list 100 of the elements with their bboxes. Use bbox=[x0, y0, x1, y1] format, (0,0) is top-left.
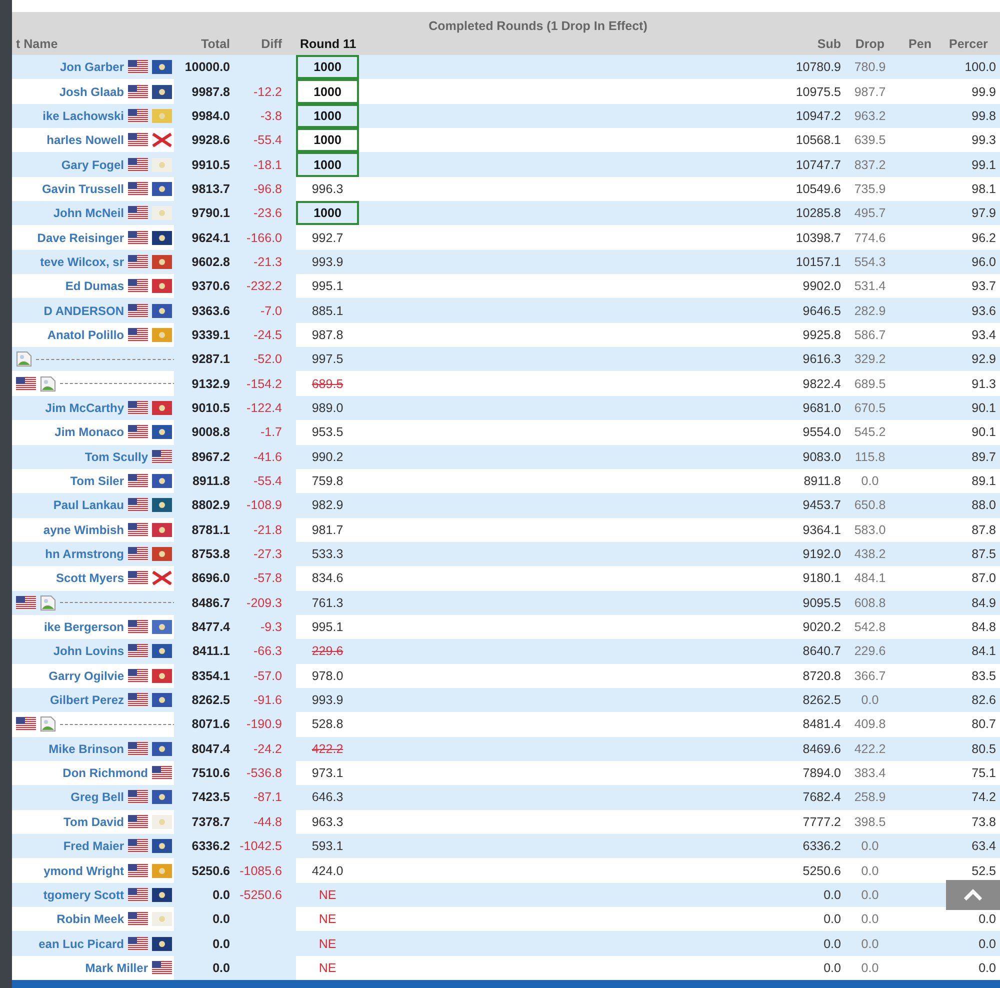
diff-cell: -108.9 bbox=[246, 498, 282, 512]
subtotal-cell: 8911.8 bbox=[804, 474, 841, 488]
percent-cell: 0.0 bbox=[978, 936, 996, 951]
drop-cell: 963.2 bbox=[854, 108, 886, 123]
subtotal-cell: 0.0 bbox=[824, 960, 841, 975]
diff-cell: -536.8 bbox=[246, 766, 282, 780]
player-link[interactable]: harles Nowell bbox=[46, 133, 124, 148]
player-link[interactable]: Ed Dumas bbox=[65, 279, 124, 294]
subtotal-cell: 9616.3 bbox=[802, 352, 841, 366]
percent-cell: 96.2 bbox=[972, 230, 996, 245]
player-link[interactable]: Dave Reisinger bbox=[37, 230, 124, 245]
total-cell: 8354.1 bbox=[192, 668, 230, 683]
broken-image-icon bbox=[40, 716, 56, 732]
player-link[interactable]: Don Richmond bbox=[62, 766, 148, 780]
us-flag-icon bbox=[128, 304, 148, 318]
player-link[interactable]: Anatol Polillo bbox=[47, 328, 124, 342]
drop-cell: 0.0 bbox=[861, 960, 879, 975]
total-cell: 9790.1 bbox=[192, 206, 230, 220]
player-link[interactable]: ike Bergerson bbox=[44, 620, 124, 634]
score-cell: 834.6 bbox=[312, 571, 344, 586]
percent-cell: 89.7 bbox=[972, 450, 996, 464]
column-header[interactable]: t Name bbox=[16, 37, 58, 51]
total-cell: 0.0 bbox=[212, 960, 230, 975]
percent-cell: 84.1 bbox=[972, 644, 996, 658]
diff-cell: -23.6 bbox=[254, 206, 282, 220]
drop-cell: 987.7 bbox=[854, 84, 886, 99]
us-flag-icon bbox=[128, 279, 148, 294]
total-cell: 5250.6 bbox=[192, 864, 230, 878]
us-flag-icon bbox=[16, 596, 36, 610]
score-cell: 759.8 bbox=[312, 474, 344, 488]
drop-cell: 837.2 bbox=[854, 158, 886, 172]
drop-cell: 329.2 bbox=[854, 352, 886, 366]
percent-cell: 75.1 bbox=[972, 766, 996, 780]
score-cell: 989.0 bbox=[312, 400, 344, 415]
player-link[interactable]: Robin Meek bbox=[56, 912, 124, 926]
broken-image-icon bbox=[16, 351, 32, 368]
drop-cell: 366.7 bbox=[854, 668, 886, 683]
score-cell: 996.3 bbox=[312, 182, 344, 196]
drop-cell: 0.0 bbox=[861, 839, 879, 854]
drop-cell: 495.7 bbox=[854, 206, 886, 220]
player-link[interactable]: Gavin Trussell bbox=[42, 182, 124, 196]
percent-cell: 87.8 bbox=[972, 522, 996, 537]
broken-image-icon bbox=[40, 594, 56, 611]
total-cell: 9984.0 bbox=[192, 108, 230, 123]
subtotal-cell: 10975.5 bbox=[796, 84, 841, 99]
us-flag-icon bbox=[128, 108, 148, 123]
subtotal-cell: 9822.4 bbox=[802, 376, 841, 391]
score-cell: 995.1 bbox=[312, 279, 344, 294]
total-cell: 8911.8 bbox=[192, 474, 230, 488]
score-cell: 993.9 bbox=[312, 254, 344, 269]
total-cell: 8477.4 bbox=[192, 620, 230, 634]
total-cell: 7378.7 bbox=[192, 814, 230, 829]
player-link[interactable]: Mark Miller bbox=[85, 960, 148, 975]
diff-cell: -55.4 bbox=[254, 474, 282, 488]
score-cell: NE bbox=[318, 888, 336, 902]
diff-cell: -9.3 bbox=[260, 620, 282, 634]
score-cell: NE bbox=[318, 936, 336, 951]
drop-cell: 422.2 bbox=[854, 742, 886, 756]
us-flag-icon bbox=[128, 888, 148, 902]
percent-cell: 80.5 bbox=[972, 742, 996, 756]
drop-cell: 608.8 bbox=[854, 596, 886, 610]
subtotal-cell: 6336.2 bbox=[802, 839, 841, 854]
percent-cell: 100.0 bbox=[964, 60, 996, 74]
drop-cell: 639.5 bbox=[854, 133, 886, 148]
total-cell: 9370.6 bbox=[192, 279, 230, 294]
us-flag-icon bbox=[128, 230, 148, 245]
us-flag-icon bbox=[128, 839, 148, 854]
percent-cell: 93.7 bbox=[972, 279, 996, 294]
us-flag-icon bbox=[16, 376, 36, 391]
subtotal-cell: 0.0 bbox=[824, 888, 841, 902]
percent-cell: 91.3 bbox=[972, 376, 996, 391]
subtotal-cell: 5250.6 bbox=[802, 864, 841, 878]
percent-cell: 90.1 bbox=[972, 400, 996, 415]
scroll-top-button[interactable] bbox=[946, 880, 1000, 910]
player-link[interactable]: Tom Siler bbox=[70, 474, 124, 488]
diff-cell: -1085.6 bbox=[240, 864, 282, 878]
subtotal-cell: 9095.5 bbox=[802, 596, 841, 610]
player-link[interactable]: Scott Myers bbox=[56, 571, 124, 586]
percent-cell: 82.6 bbox=[972, 693, 996, 708]
player-link[interactable]: Garry Ogilvie bbox=[48, 668, 124, 683]
percent-cell: 92.9 bbox=[972, 352, 996, 366]
us-flag-icon bbox=[128, 814, 148, 829]
player-link[interactable]: Tom David bbox=[64, 814, 124, 829]
score-cell: 987.8 bbox=[312, 328, 344, 342]
player-link[interactable]: Jim Monaco bbox=[54, 425, 124, 440]
percent-cell: 96.0 bbox=[972, 254, 996, 269]
diff-cell: -232.2 bbox=[246, 279, 282, 294]
percent-cell: 89.1 bbox=[972, 474, 996, 488]
subtotal-cell: 8720.8 bbox=[802, 668, 841, 683]
diff-cell: -190.9 bbox=[246, 717, 282, 732]
player-link[interactable]: ymond Wright bbox=[44, 864, 124, 878]
diff-cell: -5250.6 bbox=[240, 888, 282, 902]
player-link[interactable]: Greg Bell bbox=[70, 790, 124, 804]
player-link[interactable]: Josh Glaab bbox=[59, 84, 124, 99]
total-cell: 9910.5 bbox=[192, 158, 230, 172]
chevron-up-icon bbox=[962, 888, 984, 902]
subtotal-cell: 9020.2 bbox=[802, 620, 841, 634]
percent-cell: 93.4 bbox=[972, 328, 996, 342]
score-cell: 953.5 bbox=[312, 425, 344, 440]
drop-cell: 650.8 bbox=[854, 498, 886, 512]
